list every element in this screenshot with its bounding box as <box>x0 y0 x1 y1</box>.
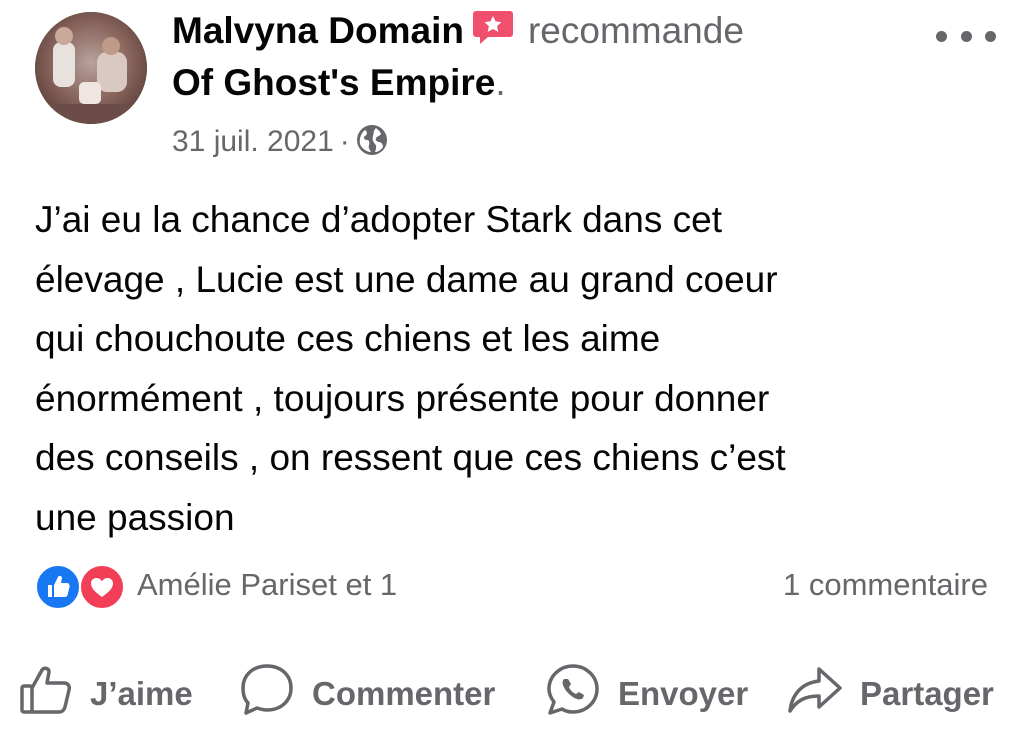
more-options-icon[interactable] <box>936 24 996 48</box>
love-reaction-icon <box>79 564 125 610</box>
more-dot <box>936 30 947 42</box>
reactions-summary[interactable]: Amélie Pariset et 1 <box>35 560 397 610</box>
more-dot <box>985 30 996 42</box>
comment-button[interactable]: Commenter <box>238 662 495 726</box>
thumbs-up-icon <box>18 662 74 726</box>
like-button[interactable]: J’aime <box>18 662 193 726</box>
share-arrow-icon <box>786 661 844 727</box>
avatar-photo <box>35 12 147 124</box>
action-verb: recommande <box>527 10 744 51</box>
page-name-link[interactable]: Of Ghost's Empire <box>172 62 495 103</box>
send-label: Envoyer <box>618 675 749 712</box>
more-dot <box>960 30 972 42</box>
action-bar: J’aime Commenter Envoyer Partager <box>0 662 1024 726</box>
author-avatar[interactable] <box>35 12 147 124</box>
globe-icon <box>356 124 388 167</box>
post-card: Malvyna Domain recommande Of Ghost's Empi… <box>0 0 1024 743</box>
post-body-line: énormément , toujours présente pour donn… <box>35 377 770 419</box>
post-body: J’ai eu la chance d’adopter Stark dans c… <box>35 190 995 547</box>
comment-bubble-icon <box>238 661 296 727</box>
reactions-text[interactable]: Amélie Pariset et 1 <box>137 567 397 603</box>
page-suffix: . <box>495 62 506 103</box>
meta-separator: · <box>339 125 350 158</box>
post-header: Malvyna Domain recommande Of Ghost's Empi… <box>172 6 892 108</box>
post-meta: 31 juil. 2021 · <box>172 122 388 167</box>
post-date[interactable]: 31 juil. 2021 <box>172 125 334 158</box>
post-body-line: qui chouchoute ces chiens et les aime <box>35 318 661 359</box>
post-body-line: élevage , Lucie est une dame au grand co… <box>35 258 778 300</box>
like-reaction-icon <box>35 564 81 610</box>
recommendation-badge-icon <box>472 8 514 58</box>
comment-label: Commenter <box>312 675 496 712</box>
post-body-line: J’ai eu la chance d’adopter Stark dans c… <box>35 199 722 240</box>
header-line-2: Of Ghost's Empire. <box>172 58 892 108</box>
share-label: Partager <box>860 675 994 712</box>
post-body-line: des conseils , on ressent que ces chiens… <box>35 437 786 478</box>
comments-count[interactable]: 1 commentaire <box>783 565 988 605</box>
send-button[interactable]: Envoyer <box>544 662 748 726</box>
author-name[interactable]: Malvyna Domain <box>172 10 464 51</box>
share-button[interactable]: Partager <box>786 662 994 726</box>
post-body-line: une passion <box>35 496 235 538</box>
reaction-icons <box>35 562 131 610</box>
header-line-1: Malvyna Domain recommande <box>172 6 892 58</box>
whatsapp-icon <box>544 661 602 727</box>
like-label: J’aime <box>90 675 193 712</box>
